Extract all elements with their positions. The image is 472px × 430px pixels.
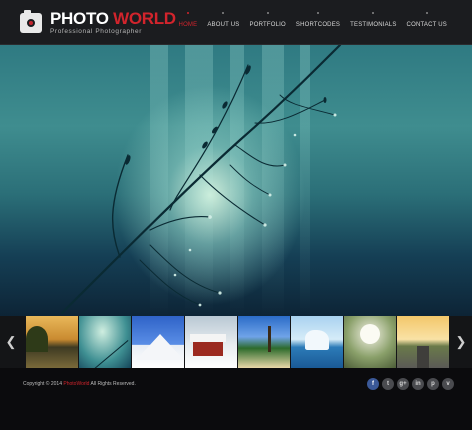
site-footer: Copyright © 2014 PhotoWorld All Rights R… — [0, 368, 472, 430]
thumbnail-red-house-in-snow[interactable] — [185, 316, 237, 368]
thumbnail-plant-with-dew[interactable] — [79, 316, 131, 368]
nav-item-testimonials[interactable]: Testimonials — [350, 12, 396, 28]
copyright-link[interactable]: PhotoWorld — [63, 381, 89, 387]
nav-item-portfolio[interactable]: Portfolio — [250, 12, 286, 28]
nav-item-contact-us[interactable]: Contact Us — [407, 12, 447, 28]
thumbnail-iceberg[interactable] — [291, 316, 343, 368]
brand-word-photo: PHOTO — [50, 9, 109, 28]
logo[interactable]: PHOTO WORLD Professional Photographer — [20, 9, 176, 36]
pinterest-icon[interactable]: p — [427, 378, 439, 390]
nav-item-about-us[interactable]: About Us — [207, 12, 239, 28]
vimeo-icon[interactable]: v — [442, 378, 454, 390]
hero-image — [0, 45, 472, 316]
thumbnail-dandelion[interactable] — [344, 316, 396, 368]
thumbnail-road-at-sunset[interactable] — [397, 316, 449, 368]
twitter-icon[interactable]: t — [382, 378, 394, 390]
plant-stem-illustration — [60, 45, 342, 315]
camera-icon — [20, 9, 42, 33]
thumbnail-tropical-beach[interactable] — [238, 316, 290, 368]
main-nav: Home About Us Portfolio Shortcodes Testi… — [179, 12, 447, 28]
copyright-text: Copyright © 2014 PhotoWorld All Rights R… — [23, 381, 136, 387]
nav-item-home[interactable]: Home — [179, 12, 198, 28]
brand-word-world: WORLD — [113, 9, 176, 28]
thumbnail-autumn-lake[interactable] — [26, 316, 78, 368]
social-links: f t g+ in p v — [367, 378, 454, 390]
google-plus-icon[interactable]: g+ — [397, 378, 409, 390]
linkedin-icon[interactable]: in — [412, 378, 424, 390]
brand-tagline: Professional Photographer — [50, 28, 142, 35]
facebook-icon[interactable]: f — [367, 378, 379, 390]
thumbnail-carousel: ❮ ❯ — [0, 316, 472, 368]
chevron-left-icon[interactable]: ❮ — [0, 316, 22, 368]
site-header: PHOTO WORLD Professional Photographer Ho… — [0, 0, 472, 45]
chevron-right-icon[interactable]: ❯ — [450, 316, 472, 368]
thumbnail-snowy-mountain[interactable] — [132, 316, 184, 368]
nav-item-shortcodes[interactable]: Shortcodes — [296, 12, 340, 28]
